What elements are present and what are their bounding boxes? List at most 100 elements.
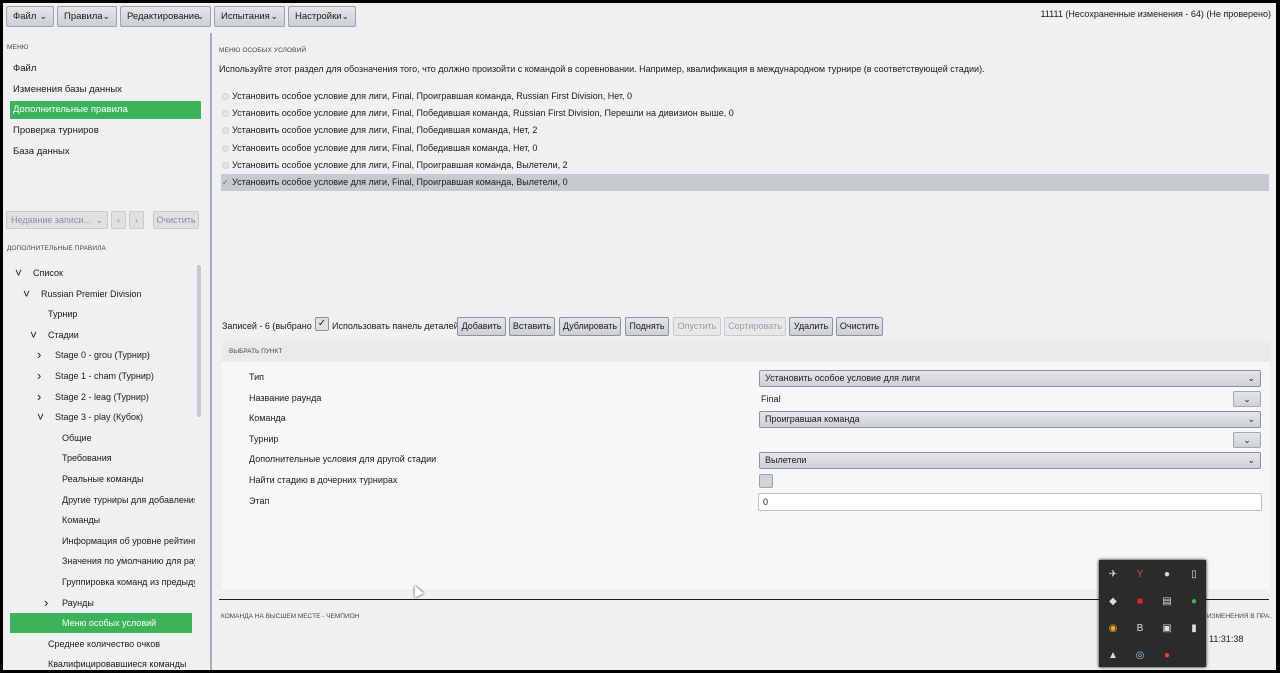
- red-app-icon[interactable]: ●: [1160, 649, 1174, 663]
- clear-recent-button[interactable]: Очистить: [153, 211, 199, 229]
- round-name-value: Final: [761, 394, 781, 404]
- tree-item[interactable]: Stage 3 - play (Кубок): [55, 407, 195, 427]
- insert-button[interactable]: Вставить: [509, 317, 555, 336]
- sort-button[interactable]: Сортировать: [724, 317, 786, 336]
- rule-text: Установить особое условие для лиги, Fina…: [232, 177, 568, 187]
- find-stage-checkbox[interactable]: [759, 474, 773, 488]
- chevron-down-icon: ⌄: [1247, 455, 1255, 465]
- chevron-down-icon: ⌄: [102, 11, 110, 21]
- yandex-icon[interactable]: Y: [1133, 568, 1147, 582]
- recent-records-placeholder: Недавние записи...: [11, 215, 91, 225]
- delete-button[interactable]: Удалить: [789, 317, 833, 336]
- main-section-title: МЕНЮ ОСОБЫХ УСЛОВИЙ: [219, 47, 307, 54]
- sidebar-item-tournament-check[interactable]: Проверка турниров: [10, 122, 201, 140]
- rule-list-item[interactable]: Установить особое условие для лиги, Fina…: [221, 88, 1269, 105]
- tree-item[interactable]: Турнир: [48, 304, 195, 324]
- tree-item[interactable]: Группировка команд из предыдущ: [62, 572, 195, 592]
- chevron-right-icon[interactable]: ›: [37, 387, 41, 407]
- folder-icon[interactable]: ▤: [1160, 595, 1174, 609]
- chevron-left-icon: ‹: [117, 215, 120, 225]
- back-button[interactable]: ‹: [111, 211, 126, 229]
- tree-item[interactable]: Информация об уровне рейтинга: [62, 531, 195, 551]
- tree-item[interactable]: Russian Premier Division: [41, 284, 195, 304]
- save-status-text: 11111 (Несохраненные изменения - 64) (Не…: [1040, 9, 1271, 19]
- chevron-down-icon[interactable]: ˅: [37, 407, 44, 427]
- team-select[interactable]: Проигравшая команда ⌄: [759, 411, 1261, 428]
- add-button[interactable]: Добавить: [457, 317, 506, 336]
- tree-item[interactable]: Стадии: [48, 325, 195, 345]
- tree-item[interactable]: Значения по умолчанию для раунд: [62, 551, 195, 571]
- rule-list-item[interactable]: ✓ Установить особое условие для лиги, Fin…: [221, 174, 1269, 191]
- drive-icon[interactable]: ◆: [1106, 595, 1120, 609]
- clear-button[interactable]: Очистить: [836, 317, 883, 336]
- tree-item[interactable]: Реальные команды: [62, 469, 195, 489]
- menu-settings-button[interactable]: Настройки ⌄: [288, 6, 356, 27]
- chevron-down-icon[interactable]: ˅: [23, 284, 30, 304]
- chrome-icon[interactable]: ◉: [1106, 622, 1120, 636]
- recent-records-dropdown[interactable]: Недавние записи... ⌄: [6, 211, 108, 229]
- check-icon: ✓: [222, 178, 229, 187]
- team-select-value: Проигравшая команда: [765, 414, 860, 424]
- amd-icon[interactable]: ■: [1133, 595, 1147, 609]
- monitor-icon[interactable]: ▣: [1160, 622, 1174, 636]
- sidebar-item-file[interactable]: Файл: [10, 60, 201, 78]
- details-panel-checkbox[interactable]: ✓: [315, 317, 329, 331]
- menu-tests-button[interactable]: Испытания ⌄: [214, 6, 285, 27]
- chevron-down-icon[interactable]: ˅: [30, 325, 37, 345]
- chevron-down-icon: ⌄: [95, 215, 103, 225]
- tree-item[interactable]: Требования: [62, 448, 195, 468]
- rule-list-item[interactable]: Установить особое условие для лиги, Fina…: [221, 122, 1269, 139]
- type-select[interactable]: Установить особое условие для лиги ⌄: [759, 370, 1261, 387]
- mouse-icon[interactable]: ✈: [1106, 568, 1120, 582]
- rule-list-item[interactable]: Установить особое условие для лиги, Fina…: [221, 140, 1269, 157]
- menu-file-button[interactable]: Файл ⌄: [6, 6, 54, 27]
- battery-icon[interactable]: ▮: [1187, 622, 1201, 636]
- chevron-right-icon[interactable]: ›: [44, 593, 48, 613]
- sidebar-item-database[interactable]: База данных: [10, 143, 201, 161]
- tree-item[interactable]: Общие: [62, 428, 195, 448]
- chevron-down-icon: ⌄: [1243, 435, 1251, 445]
- tree-item[interactable]: Stage 1 - cham (Турнир): [55, 366, 195, 386]
- tournament-dropdown[interactable]: ⌄: [1233, 432, 1261, 448]
- tree-item[interactable]: Stage 0 - grou (Турнир): [55, 345, 195, 365]
- usb-icon[interactable]: ▯: [1187, 568, 1201, 582]
- tree-item[interactable]: Меню особых условий: [10, 613, 192, 634]
- menu-rules-button[interactable]: Правила ⌄: [57, 6, 117, 27]
- sidebar-item-db-changes[interactable]: Изменения базы данных: [10, 81, 201, 99]
- chevron-down-icon[interactable]: ˅: [15, 263, 22, 283]
- chevron-right-icon[interactable]: ›: [37, 366, 41, 386]
- section-description: Используйте этот раздел для обозначения …: [219, 64, 985, 74]
- steam-icon[interactable]: ◎: [1133, 649, 1147, 663]
- tree-item[interactable]: Другие турниры для добавления ст: [62, 490, 195, 510]
- move-down-button[interactable]: Опустить: [673, 317, 721, 336]
- check-icon: ✓: [317, 318, 327, 329]
- chevron-right-icon[interactable]: ›: [37, 345, 41, 365]
- round-name-dropdown[interactable]: ⌄: [1233, 391, 1261, 407]
- app-window: Файл ⌄ Правила ⌄ Редактирование ⌄ Испыта…: [3, 3, 1276, 670]
- menu-label: Файл: [13, 11, 37, 22]
- tree-item[interactable]: Список: [33, 263, 195, 283]
- tree-item[interactable]: Раунды: [62, 593, 195, 613]
- rule-text: Установить особое условие для лиги, Fina…: [232, 108, 734, 119]
- chevron-down-icon: ⌄: [270, 11, 278, 21]
- extra-conditions-select[interactable]: Вылетели ⌄: [759, 452, 1261, 469]
- menu-edit-button[interactable]: Редактирование ⌄: [120, 6, 211, 27]
- sidebar-item-extra-rules[interactable]: Дополнительные правила: [10, 101, 201, 119]
- green-app-icon[interactable]: ●: [1187, 595, 1201, 609]
- tree-scrollbar[interactable]: [197, 265, 201, 417]
- forward-button[interactable]: ›: [129, 211, 144, 229]
- record-icon[interactable]: ●: [1160, 568, 1174, 582]
- tree-item[interactable]: Команды: [62, 510, 195, 530]
- move-up-button[interactable]: Поднять: [625, 317, 669, 336]
- duplicate-button[interactable]: Дублировать: [559, 317, 621, 336]
- tree-item[interactable]: Среднее количество очков: [48, 634, 195, 654]
- stage-input[interactable]: 0: [758, 493, 1262, 511]
- tree-item[interactable]: Квалифицировавшиеся команды: [48, 654, 195, 670]
- bold-b-icon[interactable]: B: [1133, 622, 1147, 636]
- tree-item[interactable]: Stage 2 - leag (Турнир): [55, 387, 195, 407]
- extra-conditions-label: Дополнительные условия для другой стадии: [249, 454, 437, 464]
- type-select-value: Установить особое условие для лиги: [765, 373, 921, 383]
- rule-list-item[interactable]: Установить особое условие для лиги, Fina…: [221, 105, 1269, 122]
- rule-list-item[interactable]: Установить особое условие для лиги, Fina…: [221, 157, 1269, 174]
- drop-icon[interactable]: ▲: [1106, 649, 1120, 663]
